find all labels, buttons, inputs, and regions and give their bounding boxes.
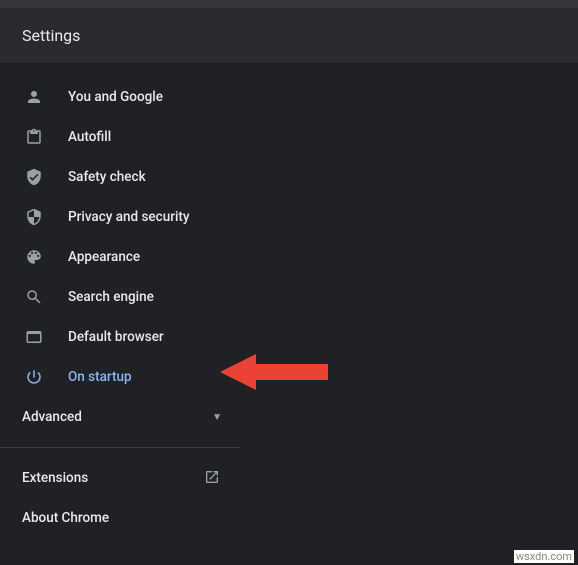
window-top-strip <box>0 0 578 8</box>
nav-default-browser[interactable]: Default browser <box>0 317 578 357</box>
page-title-text: Settings <box>22 26 80 45</box>
nav-label: Default browser <box>68 329 164 345</box>
nav-label: You and Google <box>68 89 163 105</box>
shield-check-icon <box>24 167 44 187</box>
nav-label: Appearance <box>68 249 140 265</box>
search-icon <box>24 287 44 307</box>
nav-extensions[interactable]: Extensions <box>0 458 240 498</box>
nav-label: Advanced <box>22 409 82 425</box>
browser-icon <box>24 327 44 347</box>
nav-about-chrome[interactable]: About Chrome <box>0 498 240 538</box>
nav-label: On startup <box>68 369 132 385</box>
nav-search-engine[interactable]: Search engine <box>0 277 578 317</box>
divider <box>0 447 240 448</box>
nav-privacy-security[interactable]: Privacy and security <box>0 197 578 237</box>
nav-on-startup[interactable]: On startup <box>0 357 578 397</box>
page-title: Settings <box>0 8 578 63</box>
open-in-new-icon <box>204 469 222 487</box>
nav-you-and-google[interactable]: You and Google <box>0 77 578 117</box>
clipboard-icon <box>24 127 44 147</box>
security-icon <box>24 207 44 227</box>
nav-label: Autofill <box>68 129 111 145</box>
nav-label: Extensions <box>22 470 88 486</box>
nav-label: Safety check <box>68 169 146 185</box>
power-icon <box>24 367 44 387</box>
watermark: wsxdn.com <box>514 550 574 563</box>
palette-icon <box>24 247 44 267</box>
nav-safety-check[interactable]: Safety check <box>0 157 578 197</box>
chevron-down-icon: ▼ <box>212 412 222 423</box>
settings-nav: You and Google Autofill Safety check Pri… <box>0 63 578 538</box>
nav-advanced[interactable]: Advanced ▼ <box>0 397 240 437</box>
nav-appearance[interactable]: Appearance <box>0 237 578 277</box>
nav-label: About Chrome <box>22 510 109 526</box>
nav-autofill[interactable]: Autofill <box>0 117 578 157</box>
nav-label: Privacy and security <box>68 209 190 225</box>
nav-label: Search engine <box>68 289 154 305</box>
person-icon <box>24 87 44 107</box>
